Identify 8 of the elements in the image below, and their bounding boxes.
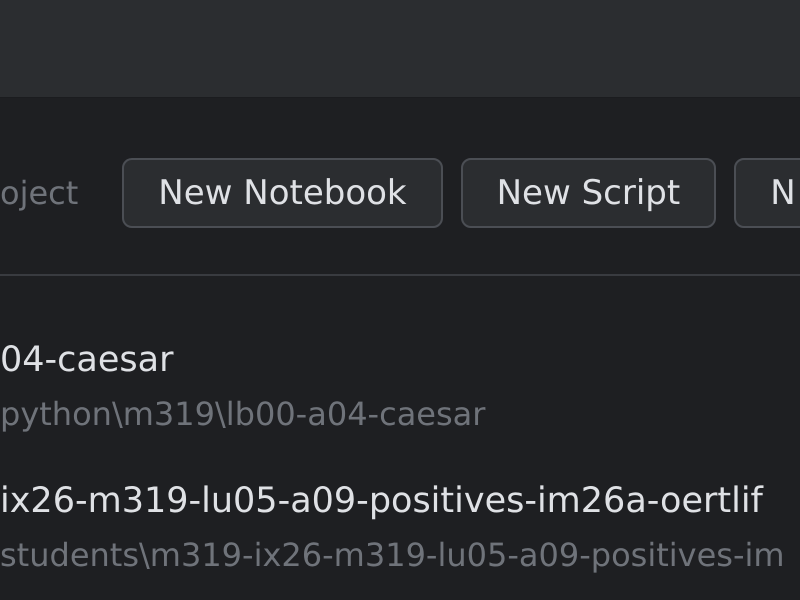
project-path: python\m319\lb00-a04-caesar xyxy=(0,394,486,435)
project-label: oject xyxy=(0,173,78,213)
new-item-button[interactable]: New Notebook xyxy=(122,158,443,228)
new-item-button[interactable]: N xyxy=(734,158,800,228)
new-item-button[interactable]: New Script xyxy=(460,158,716,228)
project-name[interactable]: ix26-m319-lu05-a09-positives-im26a-oertlif xyxy=(0,479,763,523)
project-path: students\m319-ix26-m319-lu05-a09-positives-im xyxy=(0,535,785,576)
project-name[interactable]: 04-caesar xyxy=(0,338,174,382)
